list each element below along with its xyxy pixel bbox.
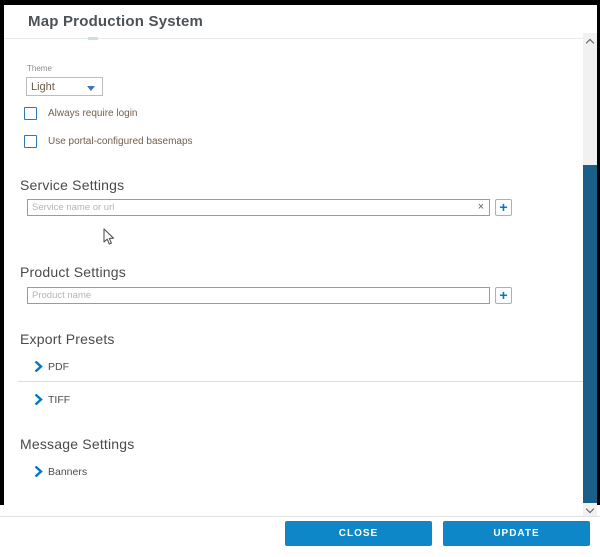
scroll-content-remnant bbox=[88, 37, 98, 40]
theme-dropdown[interactable]: Light bbox=[26, 77, 103, 96]
chevron-right-icon bbox=[34, 394, 43, 405]
add-service-button[interactable]: + bbox=[495, 199, 512, 216]
map-production-system-dialog: Map Production System Theme Light Always… bbox=[0, 0, 600, 557]
theme-dropdown-value: Light bbox=[31, 81, 55, 93]
add-product-button[interactable]: + bbox=[495, 287, 512, 304]
preset-divider bbox=[18, 381, 583, 382]
product-name-input[interactable] bbox=[27, 287, 490, 304]
chevron-right-icon bbox=[34, 361, 43, 372]
backdrop-edge-left bbox=[0, 5, 4, 505]
chevron-down-icon bbox=[87, 86, 95, 91]
scrollbar-thumb[interactable] bbox=[583, 165, 597, 503]
service-name-input[interactable] bbox=[27, 199, 490, 216]
clear-input-icon[interactable]: × bbox=[474, 200, 488, 215]
message-settings-heading: Message Settings bbox=[20, 436, 134, 452]
always-require-login-checkbox[interactable] bbox=[24, 107, 37, 120]
close-button[interactable]: CLOSE bbox=[285, 521, 432, 546]
tiff-preset-label: TIFF bbox=[48, 394, 70, 406]
update-button[interactable]: UPDATE bbox=[443, 521, 590, 546]
footer-divider bbox=[0, 516, 600, 517]
theme-label: Theme bbox=[27, 64, 52, 73]
product-settings-heading: Product Settings bbox=[20, 264, 126, 280]
mouse-cursor-icon bbox=[103, 228, 115, 246]
service-settings-heading: Service Settings bbox=[20, 177, 124, 193]
always-require-login-label: Always require login bbox=[48, 108, 138, 119]
portal-basemaps-checkbox[interactable] bbox=[24, 135, 37, 148]
chevron-right-icon bbox=[34, 466, 43, 477]
banners-label: Banners bbox=[48, 466, 87, 478]
dialog-title: Map Production System bbox=[28, 13, 203, 30]
backdrop-edge-top bbox=[0, 0, 600, 5]
pdf-preset-label: PDF bbox=[48, 361, 69, 373]
export-presets-heading: Export Presets bbox=[20, 331, 115, 347]
portal-basemaps-label: Use portal-configured basemaps bbox=[48, 136, 193, 147]
